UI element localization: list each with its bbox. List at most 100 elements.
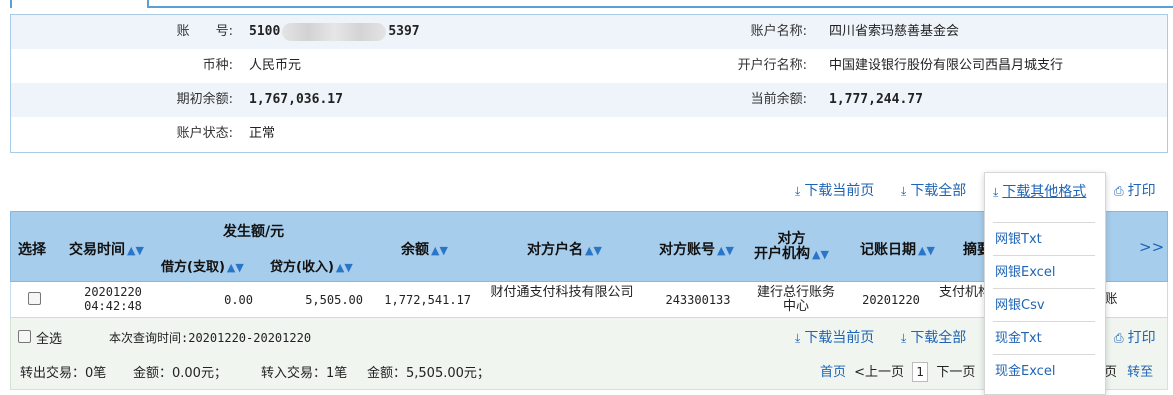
row-counterparty-name: 财付通支付科技有限公司 [490,285,634,300]
page-number-input[interactable]: 1 [912,362,929,382]
row-posting-date: 20201220 [862,293,920,307]
sort-icon: ▲▼ [717,244,734,257]
col-counterparty-name[interactable]: 对方户名 ▲▼ [527,239,602,259]
row-counterparty-account: 243300133 [665,293,731,307]
col-balance-label: 余额 [401,242,429,258]
current-balance-value: 1,777,244.77 [829,92,923,107]
pagination: 首页 <上一页 1 下一页 [820,361,975,382]
col-credit-label: 贷方(收入) [270,260,334,275]
menu-item-netbank-csv[interactable]: 网银Csv [993,288,1095,321]
download-all-link-bottom[interactable]: ⤓ 下载全部 [901,327,966,347]
row-time-clock: 04:42:48 [84,299,142,313]
printer-icon: ⎙ [1114,184,1124,198]
tab-strip [0,0,1173,8]
pagination-tail: 页 转至 [1104,361,1153,381]
col-counterparty-account[interactable]: 对方账号 ▲▼ [659,239,734,259]
download-icon: ⤓ [795,331,801,345]
goto-page-link[interactable]: 转至 [1127,365,1153,380]
prev-page-link[interactable]: <上一页 [854,365,904,380]
print-link[interactable]: ⎙ 打印 [1114,180,1156,200]
menu-header: ⤓ 下载其他格式 [985,173,1105,209]
menu-item-netbank-excel[interactable]: 网银Excel [993,255,1095,288]
print-link-bottom[interactable]: ⎙ 打印 [1114,327,1156,347]
account-name-value: 四川省索玛慈善基金会 [829,24,960,39]
col-posting-date[interactable]: 记账日期 ▲▼ [860,239,935,259]
status-label: 账户状态: [176,126,233,141]
download-current-link[interactable]: ⤓ 下载当前页 [795,180,874,200]
col-posting-date-label: 记账日期 [860,242,916,258]
status-value: 正常 [249,126,276,141]
account-name-label: 账户名称: [750,24,807,39]
sort-icon: ▲▼ [585,244,602,257]
sort-icon: ▲▼ [335,261,353,274]
download-format-menu: ⤓ 下载其他格式 网银Txt 网银Excel 网银Csv 现金Txt 现金Exce… [984,172,1106,395]
row-counterparty-bank: 建行总行账务中心 [756,285,835,314]
download-icon: ⤓ [901,331,907,345]
currency-label: 币种: [202,58,233,73]
row-checkbox[interactable] [28,292,41,305]
col-debit[interactable]: 借方(支取) ▲▼ [161,256,244,275]
account-info-panel: 账 号: 5100 5397 账户名称: 四川省索玛慈善基金会 币种: 人民币元 … [10,14,1168,153]
info-row-balance: 期初余额: 1,767,036.17 当前余额: 1,777,244.77 [11,83,1167,117]
download-current-label: 下载当前页 [804,183,875,199]
row-balance: 1,772,541.17 [384,293,471,307]
sort-icon: ▲▼ [226,261,244,274]
in-txn-amount: 金额：5,505.00元； [367,366,490,381]
bank-value: 中国建设银行股份有限公司西昌月城支行 [829,58,1064,73]
current-balance-label: 当前余额: [750,92,807,107]
out-txn-count: 转出交易：0笔 [20,366,107,381]
col-balance[interactable]: 余额 ▲▼ [401,239,448,259]
opening-balance-label: 期初余额: [176,92,233,107]
download-icon: ⤓ [993,185,999,199]
info-row-status: 账户状态: 正常 [11,117,1167,151]
download-other-label: 下载其他格式 [1002,184,1087,200]
sort-icon: ▲▼ [812,248,829,261]
account-no-prefix: 5100 [249,24,281,39]
bank-label: 开户行名称: [737,58,807,73]
col-counterparty-bank-label: 对方 开户机构 [754,231,810,262]
download-other-menu-trigger[interactable]: ⤓ 下载其他格式 [993,181,1086,201]
col-select: 选择 [18,242,46,258]
col-debit-label: 借方(支取) [161,260,225,275]
next-page-link[interactable]: 下一页 [936,365,975,380]
download-icon: ⤓ [795,184,801,198]
account-no-value: 5100 5397 [249,15,420,49]
menu-item-cash-txt[interactable]: 现金Txt [993,321,1095,354]
info-row-account: 账 号: 5100 5397 账户名称: 四川省索玛慈善基金会 [11,15,1167,49]
download-all-label: 下载全部 [910,330,967,346]
account-no-label: 账 号: [176,24,233,39]
col-time[interactable]: 交易时间 ▲▼ [69,239,144,259]
currency-value: 人民币元 [249,58,302,73]
row-credit: 5,505.00 [305,293,363,307]
col-credit[interactable]: 贷方(收入) ▲▼ [270,256,353,275]
col-time-label: 交易时间 [69,242,125,258]
col-counterparty-bank[interactable]: 对方 开户机构 ▲▼ [754,232,829,262]
download-current-link-bottom[interactable]: ⤓ 下载当前页 [795,327,874,347]
download-all-label: 下载全部 [910,183,967,199]
account-no-mask [282,22,387,41]
tab-strip-line [148,6,1173,8]
col-counterparty-name-label: 对方户名 [527,242,583,258]
out-txn-amount: 金额：0.00元； [133,366,227,381]
row-time: 20201220 04:42:48 [71,285,155,313]
col-amount-group: 发生额/元 [223,224,285,240]
col-counterparty-account-label: 对方账号 [659,242,715,258]
first-page-link[interactable]: 首页 [820,365,846,380]
menu-item-cash-excel[interactable]: 现金Excel [993,354,1095,387]
in-txn-count: 转入交易：1笔 [261,366,348,381]
account-no-suffix: 5397 [388,24,420,39]
sort-icon: ▲▼ [918,244,935,257]
menu-item-netbank-txt[interactable]: 网银Txt [993,222,1095,255]
sort-icon: ▲▼ [127,244,144,257]
more-columns-button[interactable]: >> [1139,238,1164,256]
active-tab[interactable] [10,0,149,8]
print-label: 打印 [1127,330,1156,346]
download-current-label: 下载当前页 [804,330,875,346]
row-time-date: 20201220 [84,285,142,299]
row-debit: 0.00 [224,293,253,307]
download-all-link[interactable]: ⤓ 下载全部 [901,180,966,200]
print-label: 打印 [1127,183,1156,199]
opening-balance-value: 1,767,036.17 [249,92,343,107]
printer-icon: ⎙ [1114,331,1124,345]
info-row-currency: 币种: 人民币元 开户行名称: 中国建设银行股份有限公司西昌月城支行 [11,49,1167,83]
